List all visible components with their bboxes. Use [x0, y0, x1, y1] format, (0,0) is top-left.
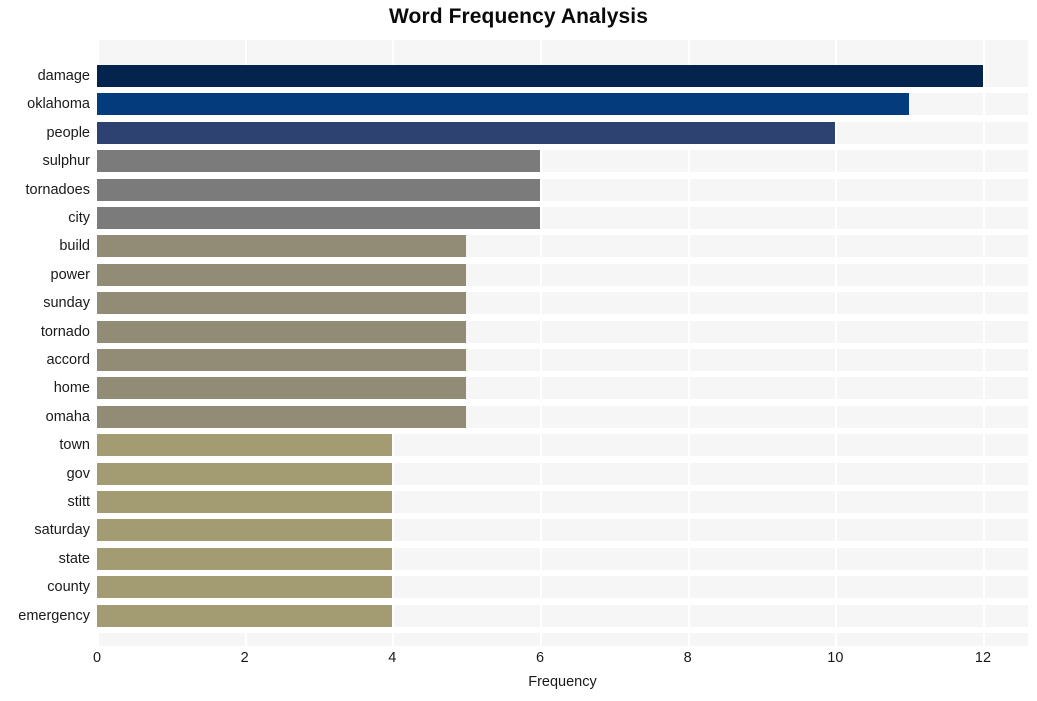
y-axis-tick-labels: damage oklahoma people sulphur tornadoes city…: [0, 40, 90, 646]
word-frequency-bar-chart: Word Frequency Analysis damage oklahoma pe…: [0, 0, 1037, 701]
y-tick-label-home: home: [53, 380, 90, 397]
y-tick-label-tornadoes: tornadoes: [25, 181, 91, 198]
y-tick-label-power: power: [50, 266, 91, 283]
bar-oklahoma[interactable]: [97, 93, 910, 116]
x-tick-label-0: 0: [92, 650, 102, 666]
bar-sulphur[interactable]: [97, 150, 540, 173]
y-tick-label-state: state: [58, 550, 90, 567]
x-tick-label-8: 8: [683, 650, 692, 666]
bar-build[interactable]: [97, 235, 467, 258]
bar-tornado[interactable]: [97, 320, 467, 343]
row-gap: [97, 626, 1028, 633]
chart-title: Word Frequency Analysis: [388, 5, 649, 28]
y-tick-label-sulphur: sulphur: [42, 153, 90, 170]
bar-stitt[interactable]: [97, 491, 393, 513]
y-tick-label-saturday: saturday: [34, 522, 90, 539]
bar-tornadoes[interactable]: [97, 178, 540, 201]
x-tick-label-10: 10: [827, 650, 844, 666]
y-tick-label-gov: gov: [66, 465, 90, 482]
x-axis-tick-labels: 0 2 4 6 8 10 12: [0, 650, 1037, 674]
bar-county[interactable]: [97, 576, 393, 599]
y-tick-label-people: people: [46, 124, 90, 141]
y-tick-label-stitt: stitt: [67, 494, 90, 510]
y-tick-label-sunday: sunday: [43, 295, 90, 312]
bar-damage[interactable]: [97, 65, 983, 87]
y-tick-label-town: town: [59, 437, 90, 454]
x-tick-label-4: 4: [388, 650, 397, 666]
y-tick-label-damage: damage: [37, 68, 90, 84]
bar-accord[interactable]: [97, 349, 467, 371]
x-axis-title: Frequency: [528, 674, 597, 690]
x-tick-label-12: 12: [974, 650, 992, 666]
bar-emergency[interactable]: [97, 604, 393, 627]
bar-state[interactable]: [97, 547, 393, 570]
x-tick-label-2: 2: [240, 650, 249, 666]
bar-gov[interactable]: [97, 462, 393, 485]
x-tick-label-6: 6: [535, 650, 545, 666]
y-tick-label-build: build: [59, 238, 90, 255]
bar-city[interactable]: [97, 207, 540, 229]
bar-power[interactable]: [97, 263, 467, 286]
bar-people[interactable]: [97, 121, 836, 144]
y-tick-label-omaha: omaha: [45, 408, 90, 425]
y-tick-label-oklahoma: oklahoma: [27, 96, 90, 113]
plot-area: [97, 40, 1028, 646]
y-tick-label-county: county: [47, 579, 90, 596]
y-tick-label-city: city: [68, 210, 90, 226]
y-tick-label-tornado: tornado: [40, 323, 90, 340]
bar-omaha[interactable]: [97, 405, 467, 428]
bar-sunday[interactable]: [97, 292, 467, 315]
y-tick-label-emergency: emergency: [18, 607, 90, 624]
y-tick-label-accord: accord: [46, 352, 90, 368]
bar-home[interactable]: [97, 377, 467, 400]
bar-saturday[interactable]: [97, 519, 393, 542]
bar-town[interactable]: [97, 434, 393, 457]
